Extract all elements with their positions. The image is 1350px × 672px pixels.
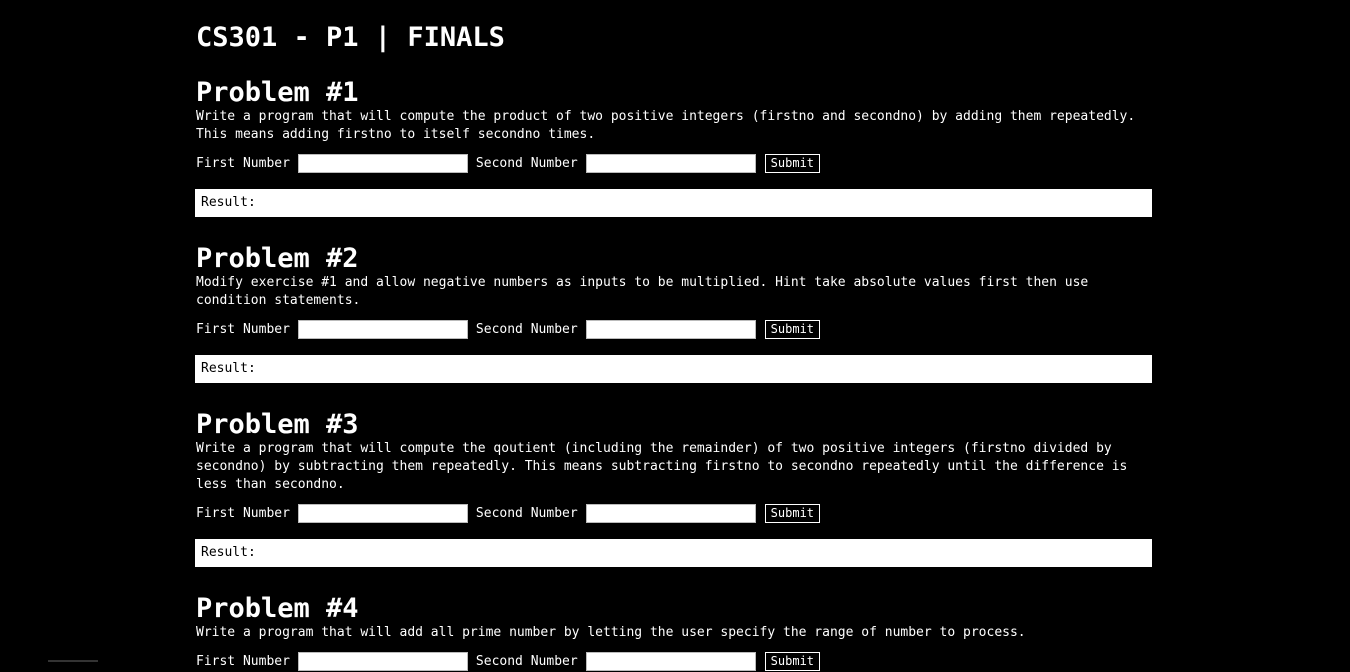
problem-description: Write a program that will compute the qo… [196,441,1128,492]
first-number-input[interactable] [297,153,468,173]
second-number-input[interactable] [585,153,756,173]
second-number-input[interactable] [585,503,756,523]
problem-2-section: Problem #2 Modify exercise #1 and allow … [195,243,1152,383]
second-number-label: Second Number [475,653,578,669]
first-number-label: First Number [196,155,290,171]
problem-description: Write a program that will add all prime … [196,625,1026,640]
problem-4-section: Problem #4 Write a program that will add… [196,594,1152,672]
problem-description: Modify exercise #1 and allow negative nu… [196,275,1089,308]
problem-title: Problem #4 [196,593,359,624]
first-number-input[interactable] [297,503,468,523]
problem-2-form: First Number Second Number Submit [196,318,1152,340]
page-title: CS301 - P1 | FINALS [196,22,505,53]
first-number-input[interactable] [297,651,468,671]
second-number-label: Second Number [475,155,578,171]
problem-title: Problem #1 [196,77,359,108]
second-number-input[interactable] [585,651,756,671]
submit-button[interactable]: Submit [764,319,821,339]
submit-button[interactable]: Submit [764,651,821,671]
submit-button[interactable]: Submit [764,153,821,173]
first-number-label: First Number [196,653,290,669]
first-number-label: First Number [196,321,290,337]
result-box: Result: [195,355,1152,383]
problem-title: Problem #3 [196,409,359,440]
problem-1-form: First Number Second Number Submit [196,152,1152,174]
result-label: Result: [201,361,256,376]
result-box: Result: [195,539,1152,567]
second-number-label: Second Number [475,321,578,337]
second-number-input[interactable] [585,319,756,339]
second-number-label: Second Number [475,505,578,521]
problem-description: Write a program that will compute the pr… [196,109,1136,142]
first-number-label: First Number [196,505,290,521]
problem-title: Problem #2 [196,243,359,274]
problem-3-form: First Number Second Number Submit [196,502,1152,524]
problem-3-section: Problem #3 Write a program that will com… [195,409,1152,567]
problem-4-form: First Number Second Number Submit [196,650,1152,672]
first-number-input[interactable] [297,319,468,339]
problem-1-section: Problem #1 Write a program that will com… [195,77,1152,217]
result-label: Result: [201,545,256,560]
submit-button[interactable]: Submit [764,503,821,523]
result-box: Result: [195,189,1152,217]
result-label: Result: [201,195,256,210]
main-container: CS301 - P1 | FINALS Problem #1 Write a p… [195,0,1152,671]
